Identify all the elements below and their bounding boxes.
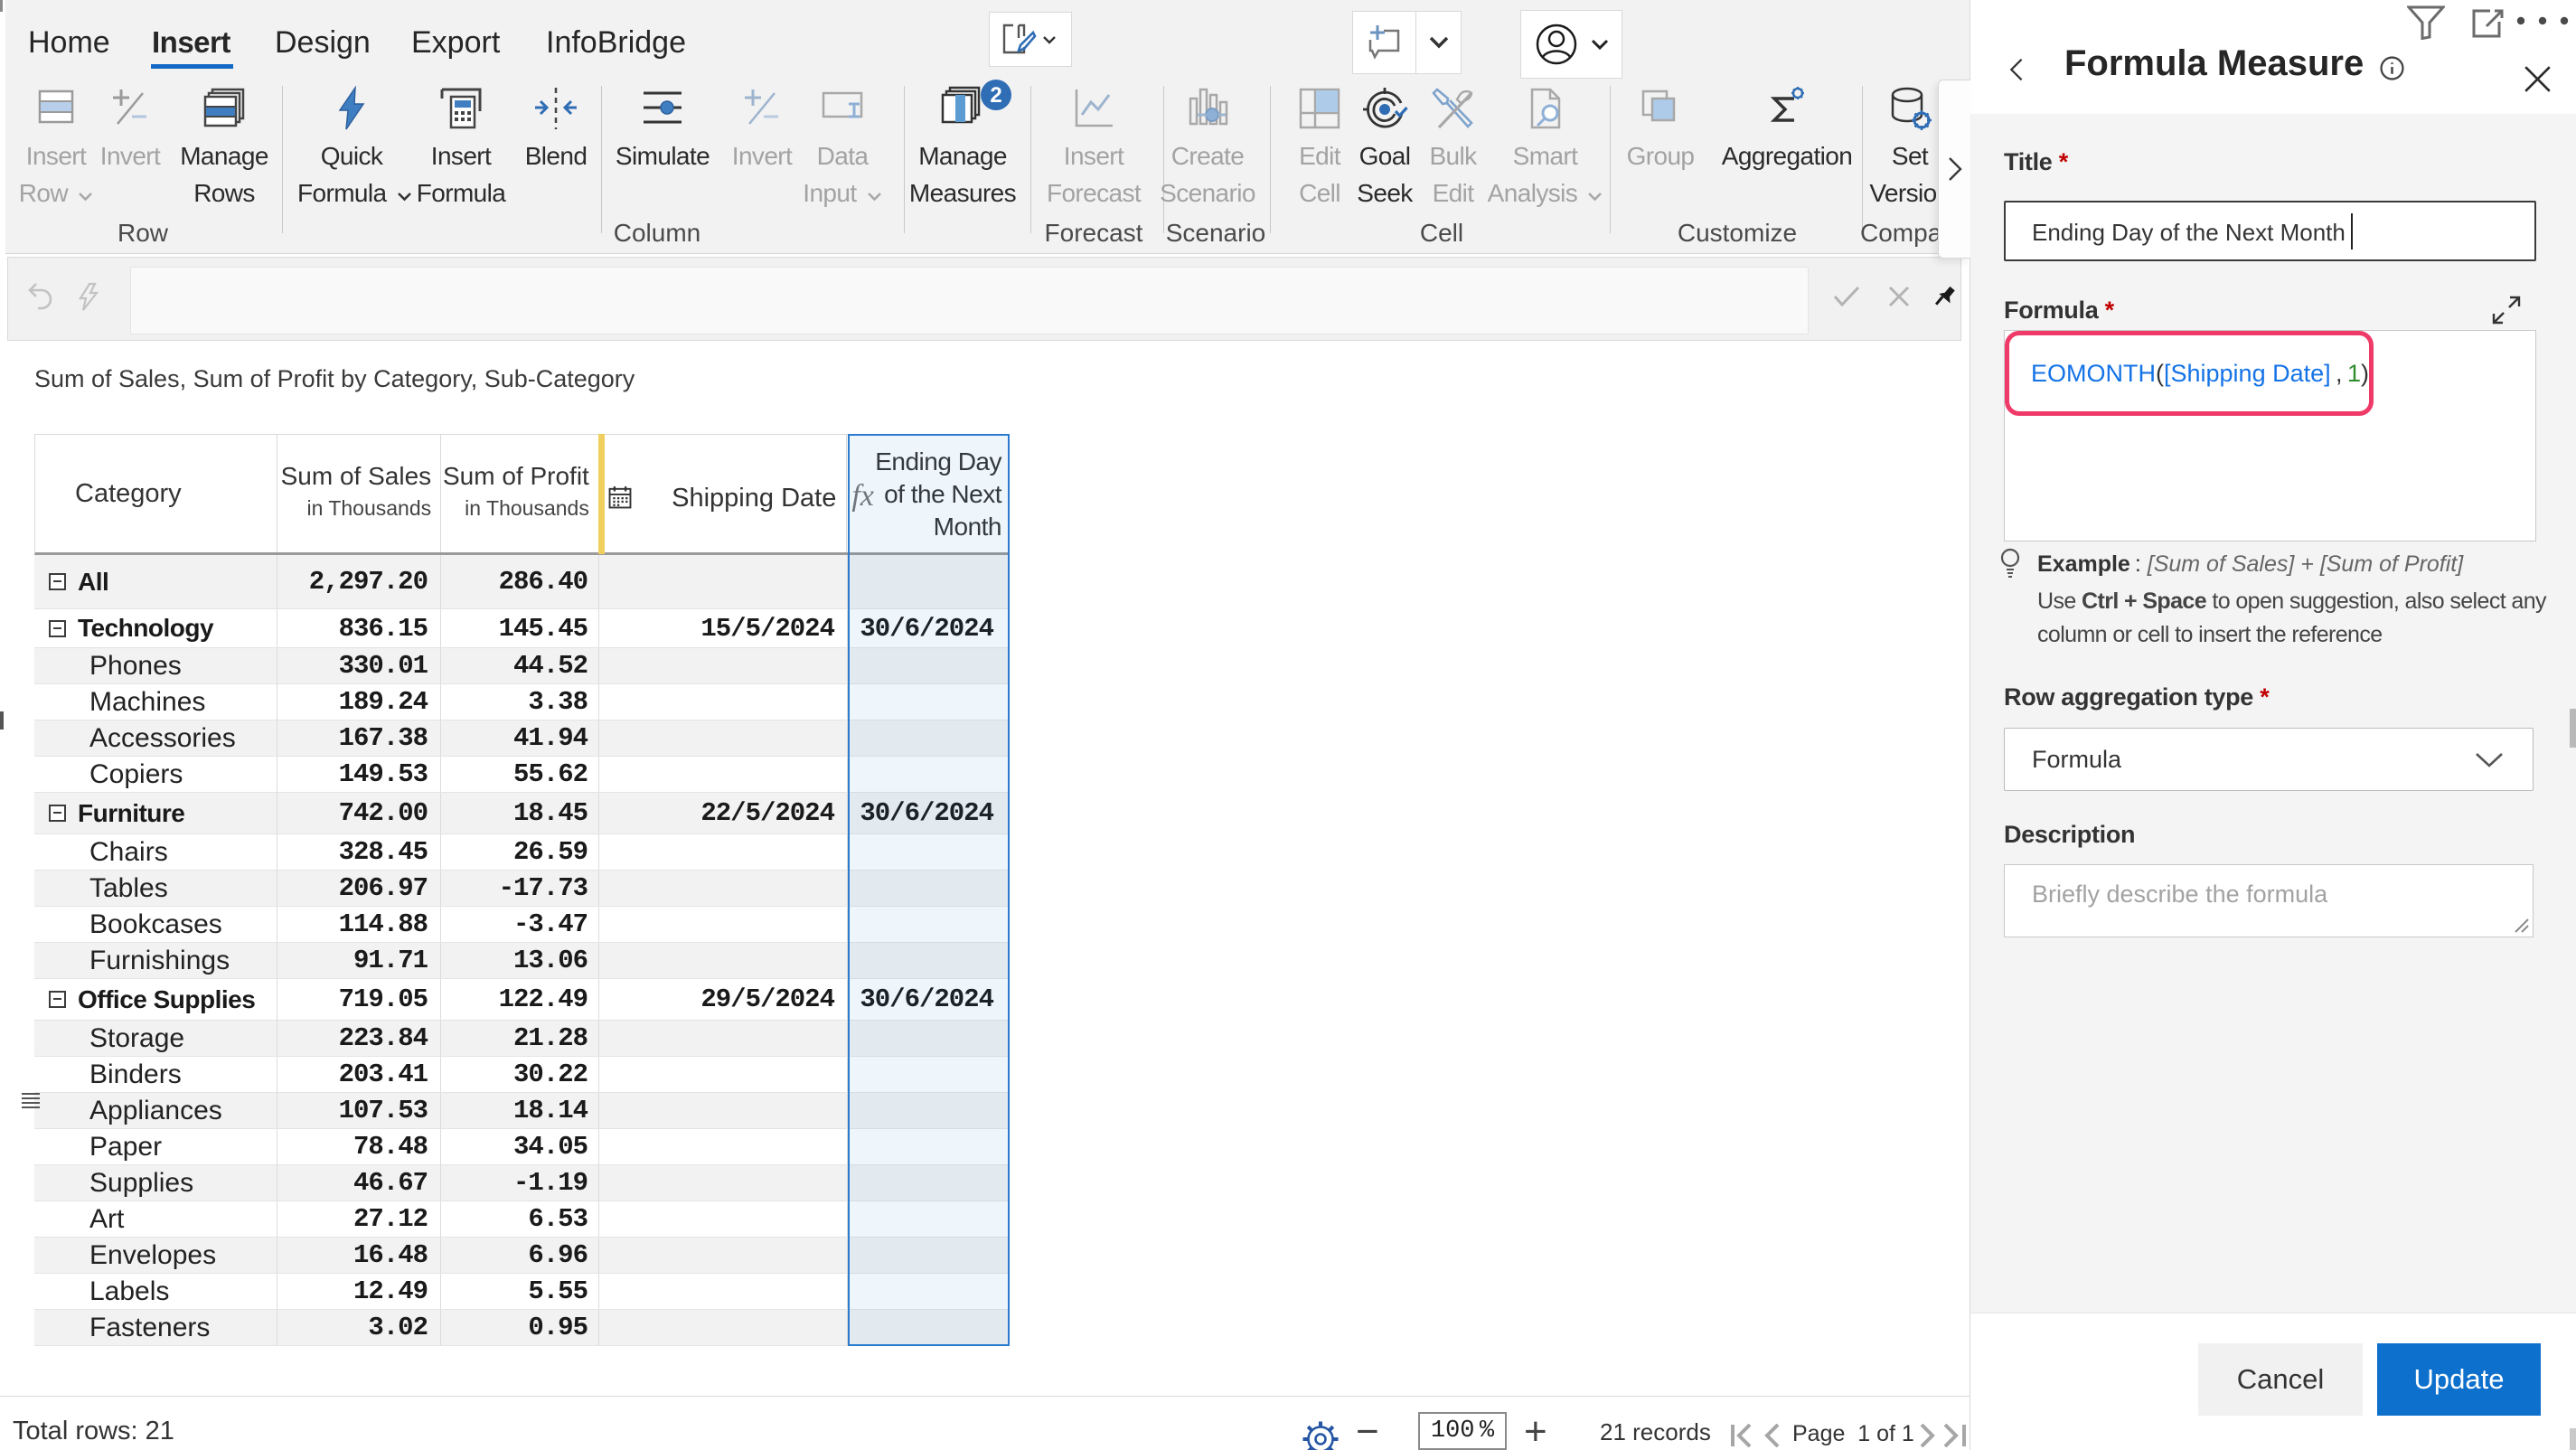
svg-text:2: 2 [990,83,1001,108]
